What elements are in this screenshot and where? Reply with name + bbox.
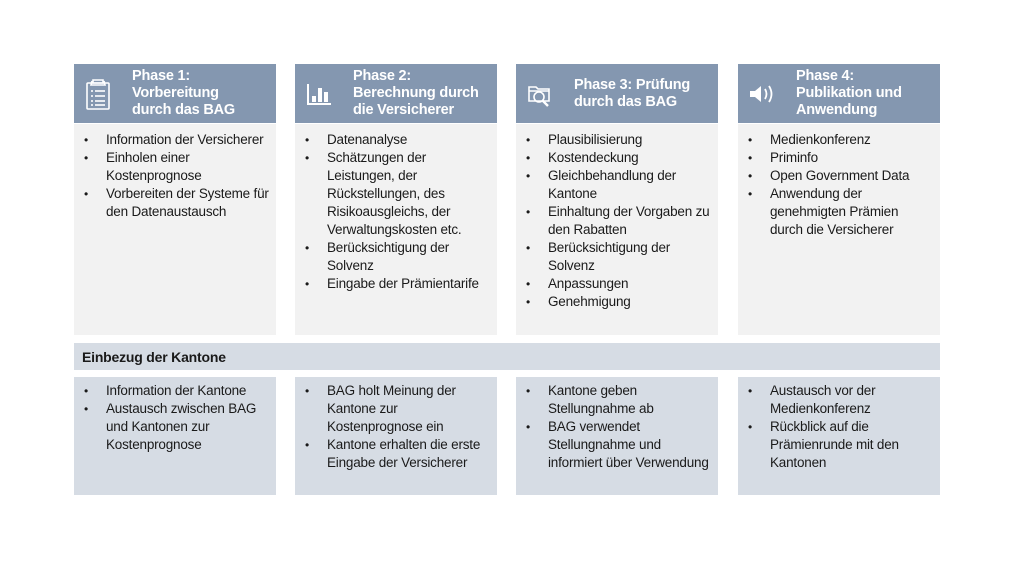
bullet-icon: •	[305, 151, 310, 165]
phase-2-body: • Datenanalyse • Schätzungen der Leistunge…	[295, 124, 497, 335]
bullet-icon: •	[748, 187, 753, 201]
bullet-icon: •	[305, 133, 310, 147]
list-item: • Austausch zwischen BAG und Kantonen zur…	[84, 401, 257, 452]
phase-4-body: • Medienkonferenz • Priminfo • Open Governm…	[738, 124, 940, 335]
phase-4-title: Phase 4: Publikation und Anwendung	[796, 68, 902, 118]
phase-3-list: • Plausibilisierung • Kostendeckung • Gleic…	[524, 131, 712, 311]
list-item: • Anpassungen	[526, 276, 629, 291]
bullet-icon: •	[748, 133, 753, 147]
bullet-icon: •	[84, 384, 89, 398]
list-item: • Gleichbehandlung der Kantone	[526, 168, 677, 201]
bullet-icon: •	[84, 402, 89, 416]
phase-1-list: • Information der Versicherer • Einholen e…	[82, 131, 270, 221]
list-item: • Genehmigung	[526, 294, 631, 309]
phase-1-header: Phase 1: Vorbereitung durch das BAG	[74, 64, 276, 123]
bullet-icon: •	[526, 384, 531, 398]
bullet-icon: •	[84, 133, 89, 147]
clipboard-checklist-icon	[74, 78, 122, 110]
phase-2-title: Phase 2: Berechnung durch die Versichere…	[353, 68, 479, 118]
bullet-icon: •	[526, 169, 531, 183]
list-item: • Kantone erhalten die erste Eingabe der …	[305, 437, 481, 470]
kantone-col-3: • Kantone geben Stellungnahme ab • BAG ver…	[516, 377, 718, 495]
kantone-list-4: • Austausch vor der Medienkonferenz • Rück…	[746, 382, 934, 472]
bullet-icon: •	[526, 295, 531, 309]
phase-1-title: Phase 1: Vorbereitung durch das BAG	[132, 68, 235, 118]
bullet-icon: •	[748, 151, 753, 165]
kantone-col-2: • BAG holt Meinung der Kantone zur Kosten…	[295, 377, 497, 495]
phase-4-header: Phase 4: Publikation und Anwendung	[738, 64, 940, 123]
bullet-icon: •	[526, 277, 531, 291]
list-item: • Schätzungen der Leistungen, der Rückste…	[305, 150, 462, 237]
bullet-icon: •	[305, 438, 310, 452]
kantone-col-1: • Information der Kantone • Austausch zwis…	[74, 377, 276, 495]
list-item: • BAG verwendet Stellungnahme und informi…	[526, 419, 709, 470]
list-item: • Austausch vor der Medienkonferenz	[748, 383, 876, 416]
bullet-icon: •	[748, 420, 753, 434]
bullet-icon: •	[305, 384, 310, 398]
list-item: • Information der Kantone	[84, 383, 247, 398]
bullet-icon: •	[305, 277, 310, 291]
phase-3-title: Phase 3: Prüfung durch das BAG	[574, 76, 691, 110]
list-item: • Eingabe der Prämientarife	[305, 276, 479, 291]
bullet-icon: •	[84, 187, 89, 201]
list-item: • Medienkonferenz	[748, 132, 871, 147]
list-item: • Datenanalyse	[305, 132, 408, 147]
list-item: • Plausibilisierung	[526, 132, 643, 147]
list-item: • Einholen einer Kostenprognose	[84, 150, 202, 183]
bullet-icon: •	[526, 420, 531, 434]
bullet-icon: •	[305, 241, 310, 255]
list-item: • Kostendeckung	[526, 150, 639, 165]
bullet-icon: •	[526, 133, 531, 147]
list-item: • Rückblick auf die Prämienrunde mit den …	[748, 419, 899, 470]
phase-3-body: • Plausibilisierung • Kostendeckung • Gleic…	[516, 124, 718, 335]
bullet-icon: •	[748, 169, 753, 183]
phase-2-header: Phase 2: Berechnung durch die Versichere…	[295, 64, 497, 123]
list-item: • Priminfo	[748, 150, 818, 165]
bullet-icon: •	[748, 384, 753, 398]
list-item: • BAG holt Meinung der Kantone zur Kosten…	[305, 383, 456, 434]
kantone-list-1: • Information der Kantone • Austausch zwis…	[82, 382, 270, 454]
speaker-icon	[738, 83, 786, 105]
phase-4-list: • Medienkonferenz • Priminfo • Open Governm…	[746, 131, 934, 239]
list-item: • Kantone geben Stellungnahme ab	[526, 383, 654, 416]
list-item: • Open Government Data	[748, 168, 910, 183]
bullet-icon: •	[526, 151, 531, 165]
phase-1-body: • Information der Versicherer • Einholen e…	[74, 124, 276, 335]
bullet-icon: •	[526, 241, 531, 255]
phase-2-list: • Datenanalyse • Schätzungen der Leistunge…	[303, 131, 491, 293]
list-item: • Berücksichtigung der Solvenz	[526, 240, 671, 273]
phase-3-header: Phase 3: Prüfung durch das BAG	[516, 64, 718, 123]
bullet-icon: •	[84, 151, 89, 165]
folder-search-icon	[516, 81, 564, 107]
kantone-col-4: • Austausch vor der Medienkonferenz • Rück…	[738, 377, 940, 495]
bullet-icon: •	[526, 205, 531, 219]
list-item: • Berücksichtigung der Solvenz	[305, 240, 450, 273]
kantone-list-3: • Kantone geben Stellungnahme ab • BAG ver…	[524, 382, 712, 472]
list-item: • Vorbereiten der Systeme für den Datenau…	[84, 186, 269, 219]
kantone-list-2: • BAG holt Meinung der Kantone zur Kosten…	[303, 382, 491, 472]
list-item: • Anwendung der genehmigten Prämien durch…	[748, 186, 899, 237]
list-item: • Einhaltung der Vorgaben zu den Rabatten	[526, 204, 710, 237]
kantone-heading: Einbezug der Kantone	[74, 343, 940, 370]
bar-chart-icon	[295, 82, 343, 106]
list-item: • Information der Versicherer	[84, 132, 264, 147]
